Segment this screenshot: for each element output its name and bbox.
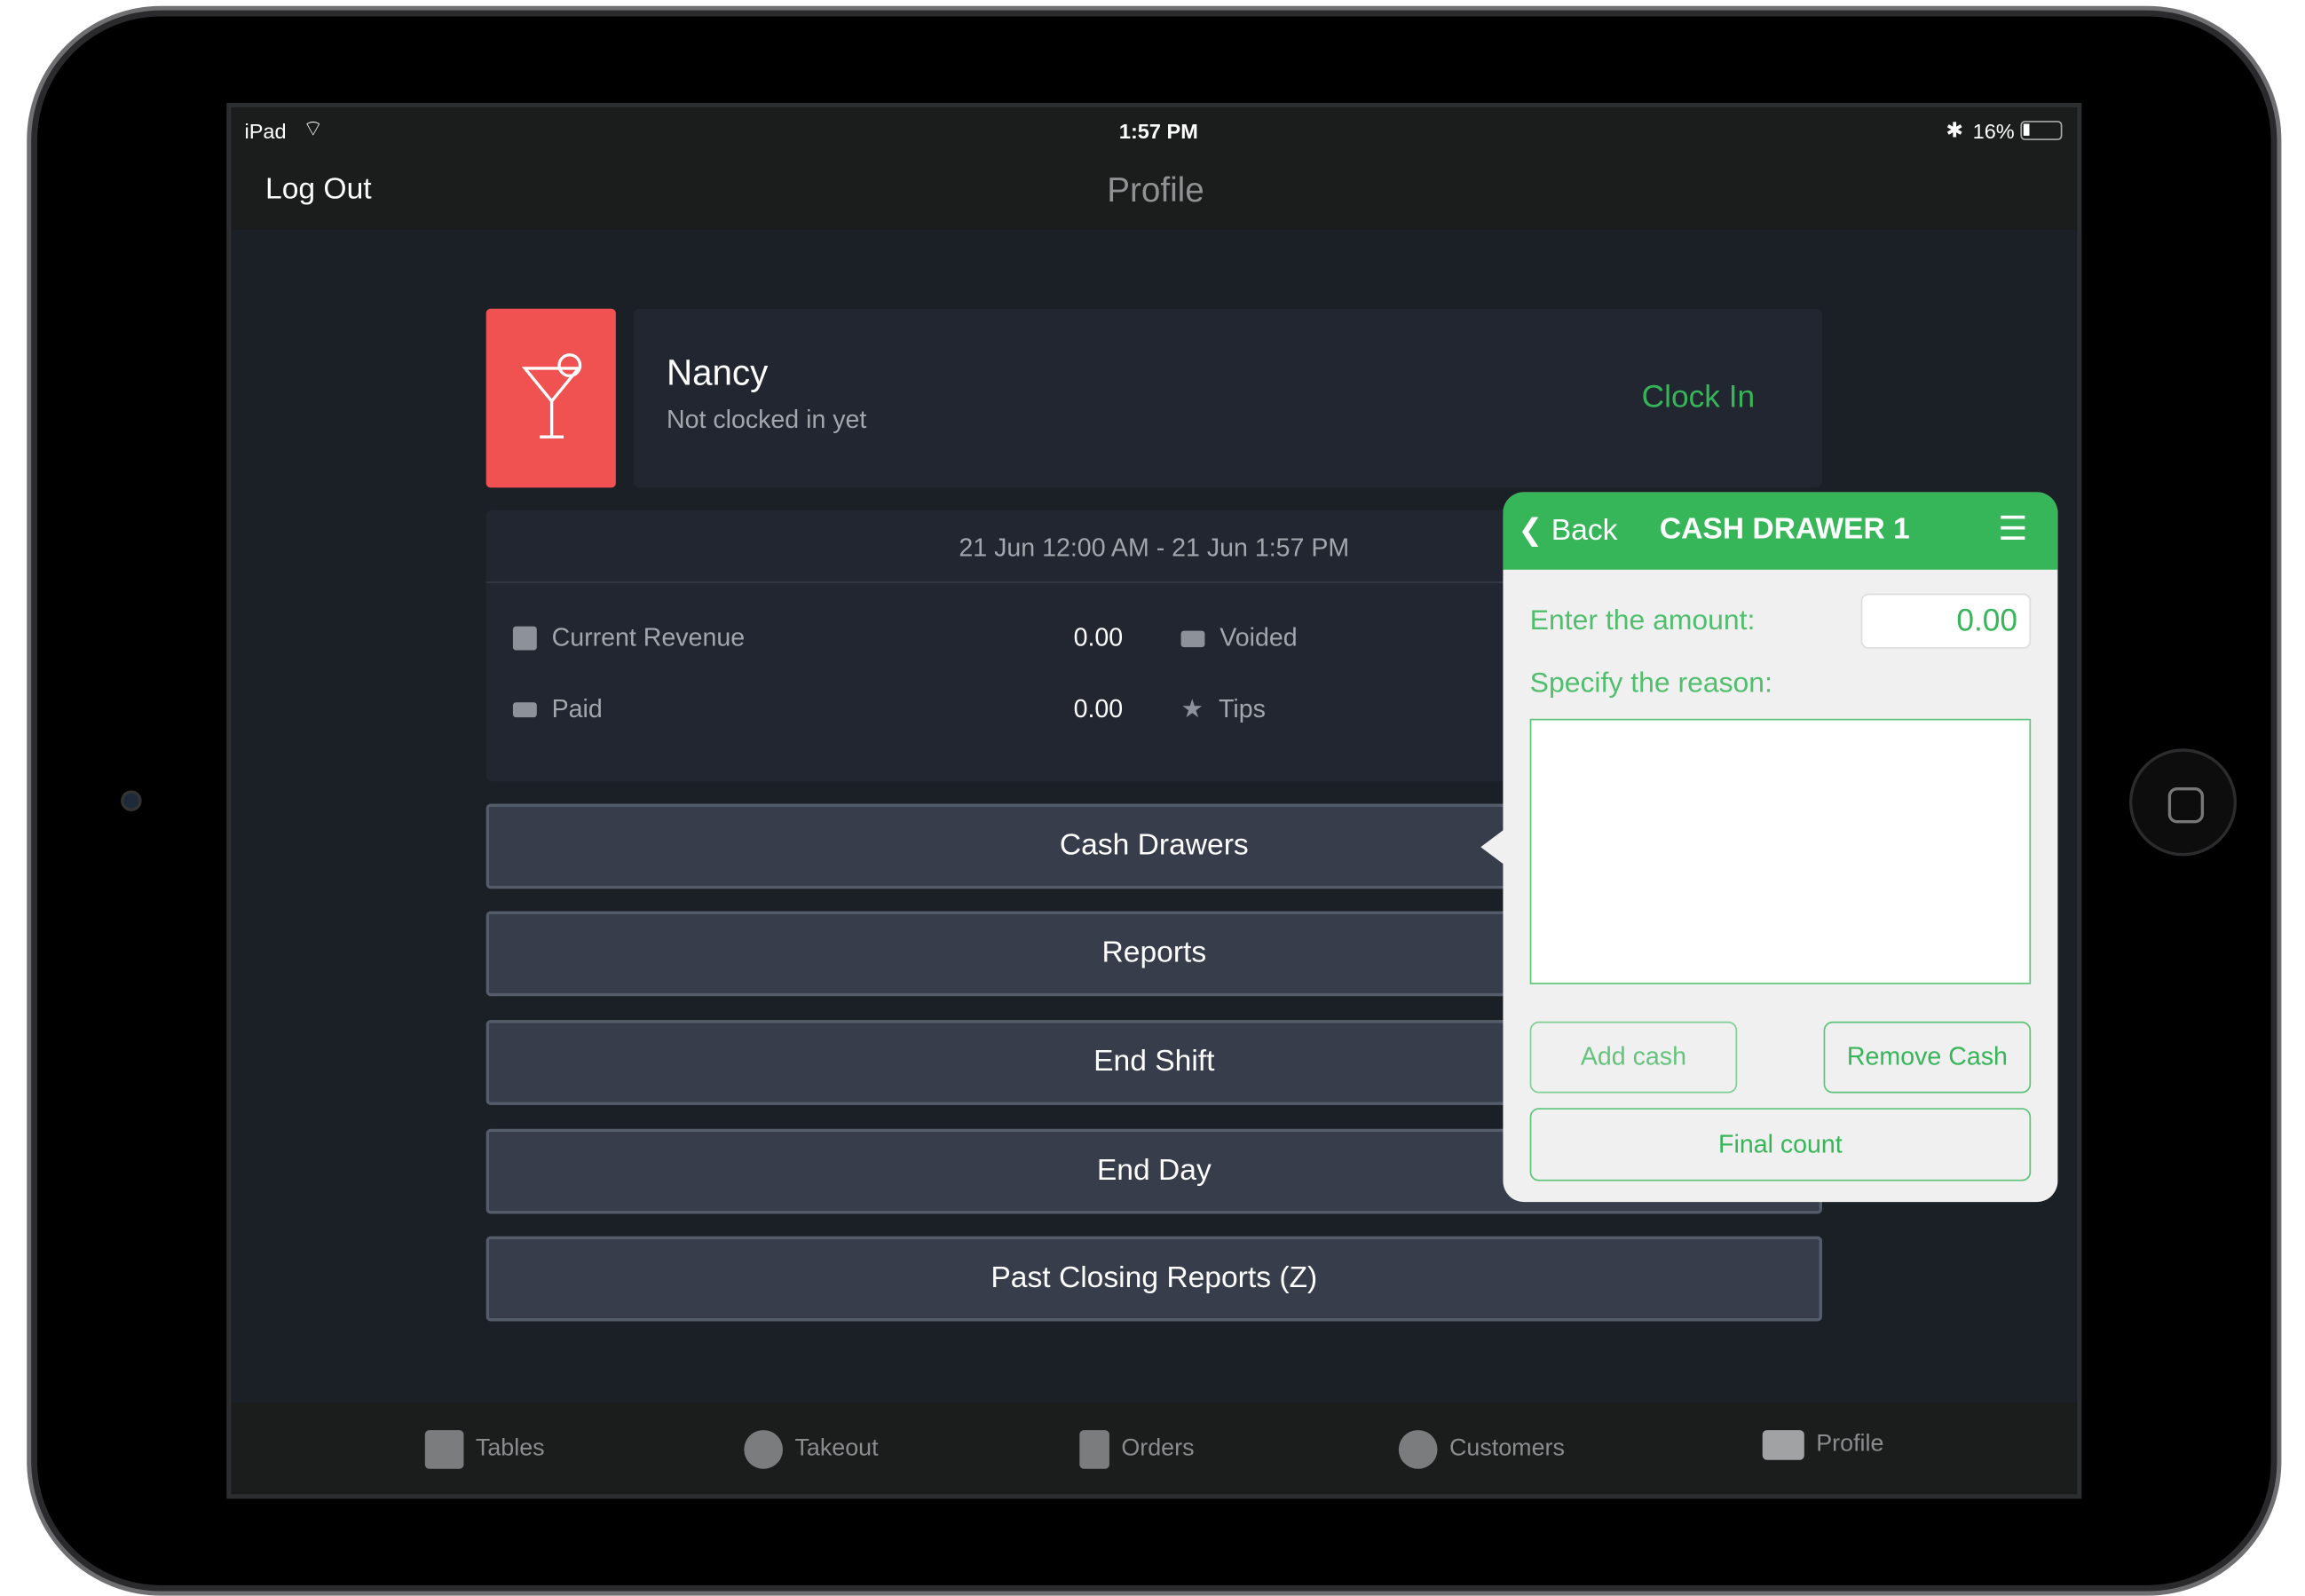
user-name: Nancy (666, 353, 769, 394)
tab-label: Takeout (794, 1435, 879, 1462)
stat-label: Voided (1220, 623, 1298, 652)
customers-icon (1398, 1430, 1438, 1469)
popover-header: ❮ Back CASH DRAWER 1 ☰ (1503, 492, 2058, 570)
tables-icon (424, 1430, 464, 1469)
battery-percent: 16% (1972, 119, 2015, 144)
tab-label: Customers (1449, 1435, 1565, 1462)
final-count-button[interactable]: Final count (1529, 1108, 2032, 1181)
tab-label: Orders (1121, 1435, 1195, 1462)
clock-in-button[interactable]: Clock In (1642, 380, 1755, 415)
battery-icon (2020, 121, 2063, 140)
reason-textarea[interactable] (1529, 718, 2032, 984)
tab-tables[interactable]: Tables (424, 1430, 545, 1469)
orders-icon (1079, 1430, 1109, 1469)
status-bar: iPad ⌔ 1:57 PM ✱ 16% (231, 107, 2078, 155)
back-label: Back (1551, 514, 1618, 548)
nav-bar: Log Out Profile (231, 154, 2078, 230)
takeout-icon (744, 1430, 783, 1469)
stat-label: Current Revenue (551, 623, 746, 652)
voided-icon (1180, 629, 1205, 647)
tab-profile[interactable]: Profile (1762, 1430, 1884, 1460)
popover-arrow (1480, 829, 1505, 865)
tab-customers[interactable]: Customers (1398, 1430, 1565, 1469)
stat-label: Tips (1218, 694, 1266, 723)
popover-title: CASH DRAWER 1 (1659, 512, 1910, 546)
tab-bar: Tables Takeout Orders Customers Profile (231, 1402, 2078, 1495)
tab-label: Tables (475, 1435, 545, 1462)
device-label: iPad (244, 119, 287, 144)
tab-orders[interactable]: Orders (1079, 1430, 1195, 1469)
profile-card: Nancy Not clocked in yet Clock In (634, 308, 1822, 488)
avatar (485, 308, 616, 488)
cocktail-icon (521, 353, 582, 439)
tab-takeout[interactable]: Takeout (744, 1430, 879, 1469)
register-icon (512, 626, 537, 651)
amount-input[interactable]: 0.00 (1860, 593, 2032, 649)
clock-status: Not clocked in yet (666, 405, 867, 434)
stat-value: 0.00 (1073, 694, 1124, 723)
tab-label: Profile (1816, 1431, 1884, 1458)
stat-value: 0.00 (1073, 623, 1124, 652)
cash-drawer-popover: ❮ Back CASH DRAWER 1 ☰ Enter the amount:… (1503, 492, 2058, 1203)
stat-label: Paid (551, 694, 603, 723)
back-button[interactable]: ❮ Back (1518, 511, 1617, 549)
profile-icon (1762, 1430, 1804, 1460)
clock: 1:57 PM (1118, 119, 1198, 144)
card-icon (512, 702, 537, 718)
add-cash-button[interactable]: Add cash (1529, 1021, 1738, 1094)
star-icon: ★ (1180, 694, 1204, 723)
camera (121, 790, 142, 811)
amount-label: Enter the amount: (1529, 605, 1756, 637)
logout-button[interactable]: Log Out (265, 173, 372, 208)
wifi-icon: ⌔ (303, 116, 324, 142)
past-closing-reports-button[interactable]: Past Closing Reports (Z) (485, 1236, 1822, 1322)
reason-label: Specify the reason: (1529, 668, 1772, 699)
menu-icon[interactable]: ☰ (1998, 510, 2027, 549)
remove-cash-button[interactable]: Remove Cash (1823, 1021, 2032, 1094)
chevron-left-icon: ❮ (1518, 514, 1543, 548)
page-title: Profile (1107, 170, 1204, 209)
home-button[interactable] (2129, 748, 2237, 857)
bluetooth-icon: ✱ (1946, 117, 1964, 142)
